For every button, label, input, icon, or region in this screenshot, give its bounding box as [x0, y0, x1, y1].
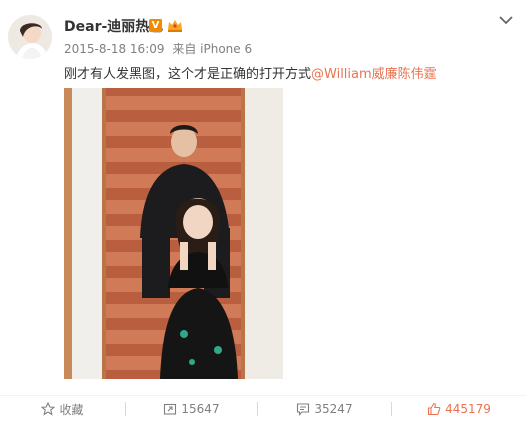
user-avatar[interactable] [8, 15, 52, 59]
star-icon [41, 402, 56, 416]
comment-icon [297, 403, 310, 416]
like-count: 445179 [445, 402, 491, 416]
repost-count: 15647 [181, 402, 220, 416]
chevron-down-icon[interactable] [496, 12, 516, 28]
post-text: 刚才有人发黑图，这个才是正确的打开方式@William威廉陈伟霆 [64, 63, 437, 82]
stairs-photo-icon [64, 88, 283, 379]
favorite-label: 收藏 [59, 402, 84, 417]
repost-button[interactable]: 15647 [126, 396, 257, 422]
post-action-bar: 收藏 15647 35247 445179 [0, 395, 526, 422]
thumbs-up-icon [428, 402, 441, 416]
mention-link[interactable]: @William威廉陈伟霆 [311, 67, 437, 82]
post-photo[interactable] [64, 88, 283, 379]
weibo-post-card: Dear-迪丽热巴 V 2015-8-18 16:09 来自 iPhone 6 … [0, 0, 526, 422]
avatar-portrait-icon [8, 15, 52, 59]
like-button[interactable]: 445179 [392, 396, 526, 422]
post-timestamp[interactable]: 2015-8-18 16:09 [64, 42, 165, 56]
repost-icon [164, 403, 177, 415]
verified-badge-icon: V [149, 19, 162, 32]
comment-count: 35247 [314, 402, 353, 416]
post-body: 刚才有人发黑图，这个才是正确的打开方式 [64, 67, 312, 82]
comment-button[interactable]: 35247 [258, 396, 391, 422]
post-meta: 2015-8-18 16:09 来自 iPhone 6 [64, 40, 256, 57]
favorite-button[interactable]: 收藏 [0, 396, 125, 422]
post-source[interactable]: 来自 iPhone 6 [172, 42, 252, 56]
member-crown-icon[interactable] [167, 18, 183, 33]
